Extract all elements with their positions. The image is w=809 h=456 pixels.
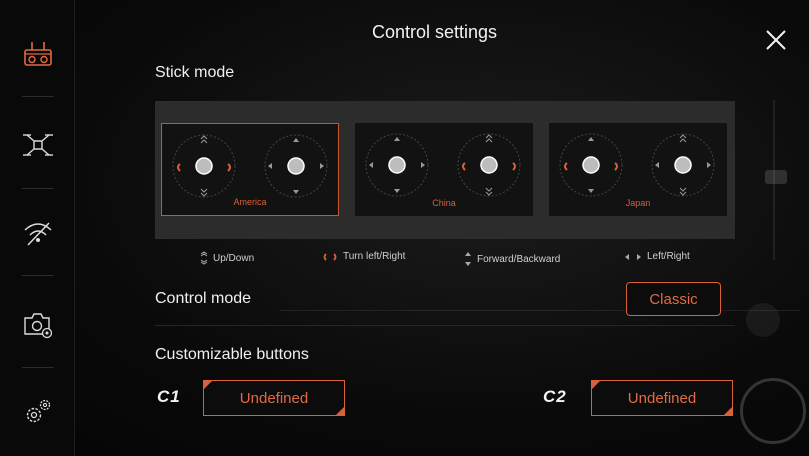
c2-value: Undefined bbox=[627, 389, 697, 407]
legend-leftright: Left/Right bbox=[624, 251, 690, 262]
corner-mark bbox=[724, 407, 732, 415]
control-mode-button[interactable]: Classic bbox=[626, 282, 721, 316]
control-mode-label: Control mode bbox=[155, 290, 252, 307]
stick-mode-name: Japan bbox=[625, 198, 651, 208]
stick-mode-name: China bbox=[432, 198, 456, 208]
drone-icon bbox=[22, 134, 53, 156]
signal-icon bbox=[23, 222, 52, 246]
stick-mode-america[interactable]: America bbox=[161, 123, 339, 216]
close-icon[interactable] bbox=[764, 28, 788, 52]
customizable-buttons-label: Customizable buttons bbox=[155, 346, 309, 363]
legend-turn: Turn left/Right bbox=[322, 251, 405, 262]
legend-updown: Up/Down bbox=[200, 251, 254, 265]
sidebar-item-transmission[interactable] bbox=[0, 192, 75, 272]
legend-turn-label: Turn left/Right bbox=[343, 251, 406, 262]
c2-key-label: C2 bbox=[543, 387, 567, 406]
forward-backward-icon bbox=[465, 252, 471, 266]
gimbal-slider bbox=[765, 100, 787, 260]
corner-mark bbox=[336, 407, 344, 415]
legend-forward: Forward/Backward bbox=[464, 251, 560, 267]
divider bbox=[155, 325, 735, 326]
sidebar-item-aircraft[interactable] bbox=[0, 105, 75, 185]
stick-mode-panel: America China Japan bbox=[155, 101, 735, 239]
left-right-icon bbox=[625, 253, 641, 260]
stick-mode-japan[interactable]: Japan bbox=[549, 123, 727, 216]
settings-sidebar bbox=[0, 0, 75, 456]
camera-settings-icon bbox=[23, 313, 52, 339]
c1-key-label: C1 bbox=[157, 387, 181, 406]
horizon-line bbox=[280, 310, 800, 311]
sidebar-item-general[interactable] bbox=[0, 372, 75, 452]
legend-leftright-label: Left/Right bbox=[647, 251, 690, 262]
double-chevron-updown-icon bbox=[200, 251, 208, 265]
stick-mode-label: Stick mode bbox=[155, 64, 235, 81]
corner-mark bbox=[204, 381, 212, 389]
sidebar-item-camera[interactable] bbox=[0, 284, 75, 364]
lock-button-background bbox=[746, 303, 780, 337]
remote-controller-icon bbox=[23, 42, 52, 66]
shutter-button-background bbox=[740, 378, 806, 444]
sidebar-item-remote-controller[interactable] bbox=[0, 14, 75, 94]
c2-assign-button[interactable]: Undefined bbox=[591, 380, 733, 416]
legend-updown-label: Up/Down bbox=[213, 252, 255, 264]
c1-assign-button[interactable]: Undefined bbox=[203, 380, 345, 416]
dialog-title: Control settings bbox=[372, 22, 498, 42]
turn-arrows-icon bbox=[323, 252, 337, 261]
legend-forward-label: Forward/Backward bbox=[477, 253, 561, 265]
corner-mark bbox=[592, 381, 600, 389]
stick-mode-china[interactable]: China bbox=[355, 123, 533, 216]
c1-value: Undefined bbox=[239, 389, 309, 407]
stick-mode-name: America bbox=[233, 197, 267, 207]
general-settings-icon bbox=[26, 399, 50, 423]
